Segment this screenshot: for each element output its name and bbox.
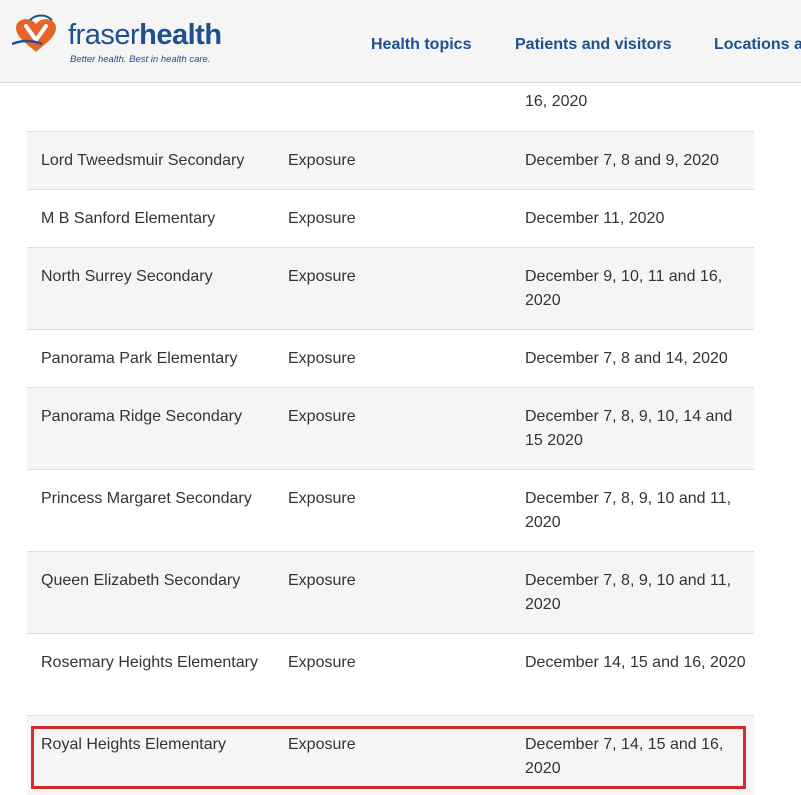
table-row: Panorama Park Elementary Exposure Decemb…	[27, 330, 754, 388]
school-cell: North Surrey Secondary	[41, 268, 213, 285]
type-cell: Exposure	[288, 152, 356, 169]
table-row: Panorama Ridge Secondary Exposure Decemb…	[27, 388, 754, 470]
school-cell: Panorama Park Elementary	[41, 350, 238, 367]
school-cell: Rosemary Heights Elementary	[41, 654, 258, 671]
table-row: Rosemary Heights Elementary Exposure Dec…	[27, 634, 754, 716]
type-cell: Exposure	[288, 210, 356, 227]
main-nav: Health topics Patients and visitors Loca…	[0, 36, 801, 58]
table-row: Lord Tweedsmuir Secondary Exposure Decem…	[27, 132, 754, 190]
type-cell: Exposure	[288, 350, 356, 367]
school-cell: M B Sanford Elementary	[41, 210, 216, 227]
school-cell: Lord Tweedsmuir Secondary	[41, 152, 245, 169]
table-row-highlighted: Royal Heights Elementary Exposure Decemb…	[27, 716, 754, 795]
dates-cell: December 7, 8, 9, 10 and 11, 2020	[525, 572, 732, 613]
type-cell: Exposure	[288, 268, 356, 285]
nav-patients-visitors[interactable]: Patients and visitors	[515, 36, 672, 54]
type-cell: Exposure	[288, 654, 356, 671]
table-row: Princess Margaret Secondary Exposure Dec…	[27, 470, 754, 552]
table-row: North Surrey Secondary Exposure December…	[27, 248, 754, 330]
dates-cell: 16, 2020	[525, 93, 588, 110]
type-cell: Exposure	[288, 572, 356, 589]
nav-health-topics[interactable]: Health topics	[371, 36, 471, 54]
dates-cell: December 7, 8 and 9, 2020	[525, 152, 719, 169]
dates-cell: December 9, 10, 11 and 16, 2020	[525, 268, 723, 309]
type-cell: Exposure	[288, 408, 356, 425]
dates-cell: December 7, 8, 9, 10 and 11, 2020	[525, 490, 732, 531]
dates-cell: December 14, 15 and 16, 2020	[525, 654, 746, 671]
type-cell: Exposure	[288, 490, 356, 507]
school-cell: Princess Margaret Secondary	[41, 490, 252, 507]
dates-cell: December 7, 14, 15 and 16, 2020	[525, 736, 724, 777]
school-cell: Royal Heights Elementary	[41, 736, 226, 753]
school-cell: Queen Elizabeth Secondary	[41, 572, 241, 589]
table-row: M B Sanford Elementary Exposure December…	[27, 190, 754, 248]
dates-cell: December 7, 8, 9, 10, 14 and 15 2020	[525, 408, 733, 449]
type-cell: Exposure	[288, 736, 356, 753]
school-cell: Panorama Ridge Secondary	[41, 408, 243, 425]
dates-cell: December 7, 8 and 14, 2020	[525, 350, 728, 367]
table-row: Queen Elizabeth Secondary Exposure Decem…	[27, 552, 754, 634]
dates-cell: December 11, 2020	[525, 210, 665, 227]
site-header: fraserhealth Better health. Best in heal…	[0, 0, 801, 83]
nav-locations[interactable]: Locations a	[714, 36, 801, 54]
